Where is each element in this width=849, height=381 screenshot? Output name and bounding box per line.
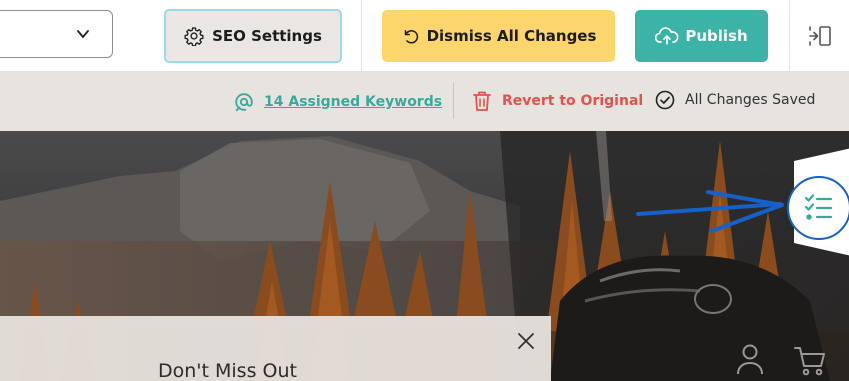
seo-settings-label: SEO Settings [212, 27, 322, 45]
revert-to-original-label: Revert to Original [502, 93, 644, 109]
status-bar: 14 Assigned Keywords Revert to Original … [0, 72, 849, 131]
checklist-side-tab [786, 147, 849, 257]
assigned-keywords-label: 14 Assigned Keywords [264, 94, 443, 110]
dismiss-all-changes-button[interactable]: Dismiss All Changes [382, 10, 615, 62]
shopping-cart-icon[interactable] [793, 345, 827, 377]
seo-settings-button[interactable]: SEO Settings [164, 9, 342, 63]
dismiss-all-changes-label: Dismiss All Changes [426, 27, 597, 45]
publish-button[interactable]: Publish [635, 10, 768, 62]
toolbar-divider [789, 0, 790, 72]
editor-toolbar: SEO Settings Dismiss All Changes Publish [0, 0, 849, 72]
save-status: All Changes Saved [655, 90, 815, 110]
check-circle-icon [655, 90, 675, 110]
close-icon[interactable] [516, 331, 536, 351]
undo-icon [404, 30, 418, 44]
newsletter-popup: Don't Miss Out [0, 316, 551, 381]
gear-icon [184, 27, 204, 46]
status-divider [453, 83, 454, 119]
chevron-down-icon [77, 30, 89, 38]
trash-icon [473, 91, 491, 111]
checklist-icon[interactable] [786, 175, 849, 241]
popup-title: Don't Miss Out [158, 360, 297, 381]
at-sign-icon [235, 93, 253, 112]
cloud-upload-icon [655, 27, 679, 45]
revert-to-original-button[interactable]: Revert to Original [472, 90, 643, 112]
save-status-label: All Changes Saved [685, 92, 816, 108]
sidebar-toggle-icon[interactable] [808, 25, 832, 47]
assigned-keywords-link[interactable]: 14 Assigned Keywords [233, 91, 442, 113]
page-select-dropdown[interactable] [0, 10, 113, 58]
user-icon[interactable] [736, 343, 764, 375]
toolbar-divider [361, 0, 362, 72]
publish-label: Publish [685, 27, 748, 45]
